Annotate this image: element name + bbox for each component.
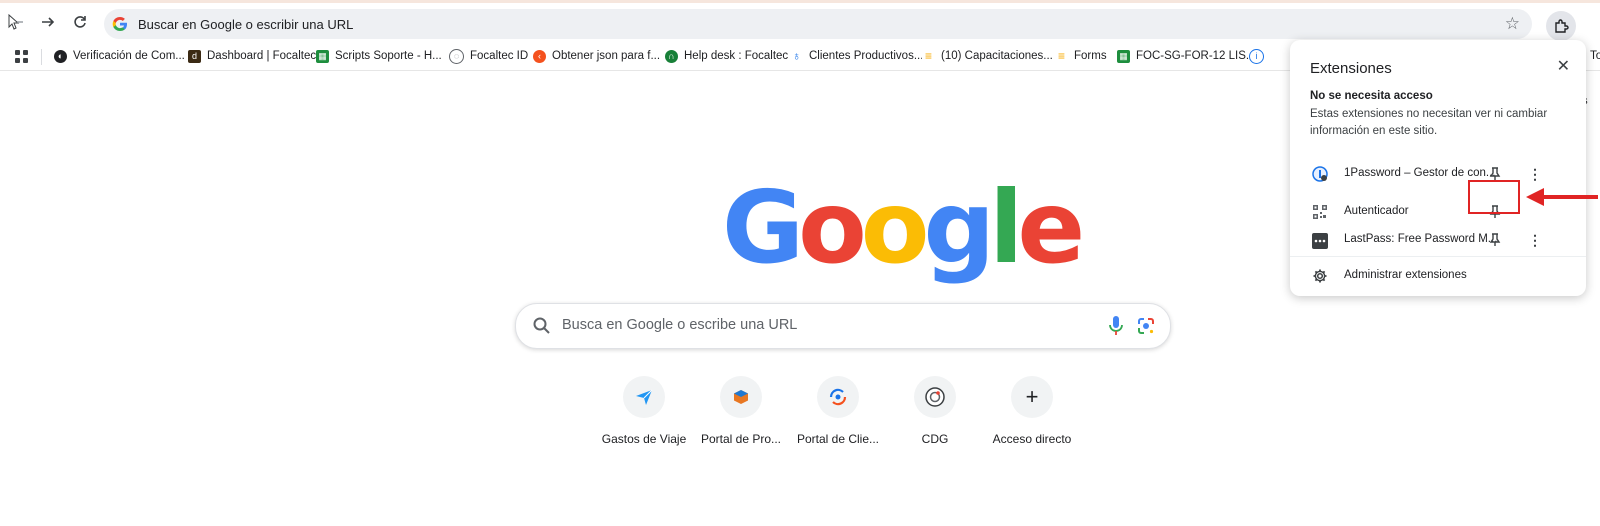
bookmark-item[interactable]: ▦ Scripts Soporte - H... [316, 47, 442, 65]
google-g-icon [112, 17, 127, 31]
arrow-right-icon [42, 17, 55, 27]
bookmark-item[interactable]: i [1249, 47, 1270, 65]
bookmark-item[interactable]: ≡ Forms [1055, 47, 1107, 65]
shortcut-label: Gastos de Viaje [601, 432, 687, 446]
sheets-icon: ▦ [316, 49, 329, 63]
forms-icon: ≡ [1055, 49, 1068, 63]
cdg-icon [914, 376, 956, 418]
bookmarks-separator [41, 49, 42, 65]
paper-plane-icon [623, 376, 665, 418]
bookmark-item[interactable]: ‹ Obtener json para f... [533, 47, 660, 65]
popup-divider [1290, 256, 1586, 257]
globe-icon: ◐ [54, 49, 67, 63]
extension-name: LastPass: Free Password M... [1344, 233, 1498, 245]
section-heading: No se necesita acceso [1310, 90, 1433, 102]
microphone-icon[interactable] [1108, 315, 1124, 337]
shortcut-label: CDG [921, 432, 949, 446]
extensions-button[interactable] [1546, 11, 1576, 41]
annotation-arrow-icon [1526, 188, 1598, 206]
cursor-back-icon [8, 13, 23, 30]
box-icon [720, 376, 762, 418]
search-box[interactable]: Busca en Google o escribe una URL [515, 303, 1171, 349]
onepassword-small-icon: i [1249, 48, 1264, 64]
puzzle-icon [1555, 19, 1569, 33]
qr-icon [1313, 205, 1327, 219]
drop-icon: ♁ [790, 49, 803, 63]
shortcut-tile[interactable]: Portal de Clie... [783, 376, 893, 446]
add-shortcut-button[interactable]: + Acceso directo [977, 376, 1087, 446]
annotation-highlight-box [1468, 180, 1520, 214]
logo-letter: e [1017, 169, 1085, 286]
logo-letter: o [860, 169, 930, 286]
pin-icon [1489, 167, 1501, 180]
pin-icon [1489, 233, 1501, 246]
helpdesk-icon: ∩ [665, 49, 678, 63]
google-logo: Google [722, 169, 1085, 286]
apps-button[interactable] [15, 47, 28, 65]
bookmark-item[interactable]: ▦ FOC-SG-FOR-12 LIS... [1117, 47, 1256, 65]
manage-extensions-button[interactable]: Administrar extensiones [1290, 260, 1586, 292]
address-bar[interactable]: Buscar en Google o escribir una URL ☆ [104, 9, 1532, 39]
back-button[interactable] [2, 9, 28, 35]
more-options-button[interactable]: ⋮ [1526, 231, 1544, 249]
popup-title: Extensiones [1310, 60, 1392, 77]
section-description: Estas extensiones no necesitan ver ni ca… [1310, 108, 1548, 137]
address-text: Buscar en Google o escribir una URL [138, 17, 354, 32]
bookmark-item[interactable]: ≡ (10) Capacitaciones... [922, 47, 1053, 65]
shortcut-label: Portal de Pro... [700, 432, 782, 446]
focaltec-icon: ◌ [449, 48, 464, 64]
more-vert-icon: ⋮ [1528, 165, 1542, 182]
reload-icon [74, 16, 86, 28]
search-placeholder: Busca en Google o escribe una URL [562, 317, 798, 333]
logo-letter: G [722, 169, 804, 286]
logo-letter: g [923, 169, 996, 286]
bookmark-item[interactable]: d Dashboard | Focaltec [188, 47, 316, 65]
bookmark-item[interactable]: ◌ Focaltec ID [449, 47, 528, 65]
forward-button[interactable] [35, 9, 61, 35]
more-options-button[interactable]: ⋮ [1526, 165, 1544, 183]
gear-icon [1313, 269, 1327, 283]
sync-icon [817, 376, 859, 418]
extension-name: 1Password – Gestor de con... [1344, 167, 1496, 179]
shortcut-label: Acceso directo [992, 432, 1072, 446]
bookmark-star-icon[interactable]: ☆ [1505, 14, 1520, 34]
browser-toolbar: Buscar en Google o escribir una URL ☆ [0, 3, 1600, 41]
search-icon [533, 317, 550, 334]
orange-icon: ‹ [533, 49, 546, 63]
forms-icon: ≡ [922, 49, 935, 63]
extensions-popup: Extensiones ✕ No se necesita acceso Esta… [1290, 40, 1586, 296]
bookmark-item[interactable]: ♁ Clientes Productivos... [790, 47, 923, 65]
lastpass-icon [1312, 233, 1328, 249]
logo-letter: l [989, 169, 1023, 286]
d-icon: d [188, 49, 201, 63]
onepassword-icon [1312, 166, 1328, 182]
plus-icon: + [1011, 376, 1053, 418]
apps-grid-icon [15, 49, 28, 63]
shortcut-tile[interactable]: Gastos de Viaje [589, 376, 699, 446]
bookmark-item[interactable]: ∩ Help desk : Focaltec [665, 47, 788, 65]
manage-extensions-label: Administrar extensiones [1344, 269, 1467, 281]
google-lens-icon[interactable] [1136, 316, 1156, 336]
shortcut-label: Portal de Clie... [796, 432, 880, 446]
sheets-icon: ▦ [1117, 49, 1130, 63]
logo-letter: o [798, 169, 867, 286]
bookmark-item[interactable]: ◐ Verificación de Com... [54, 47, 185, 65]
more-vert-icon: ⋮ [1528, 231, 1542, 248]
extension-row[interactable]: LastPass: Free Password M... ⋮ [1290, 231, 1586, 255]
reload-button[interactable] [67, 9, 93, 35]
close-icon[interactable]: ✕ [1557, 56, 1570, 76]
pin-button[interactable] [1486, 231, 1504, 249]
shortcut-tile[interactable]: Portal de Pro... [686, 376, 796, 446]
shortcut-tile[interactable]: CDG [880, 376, 990, 446]
